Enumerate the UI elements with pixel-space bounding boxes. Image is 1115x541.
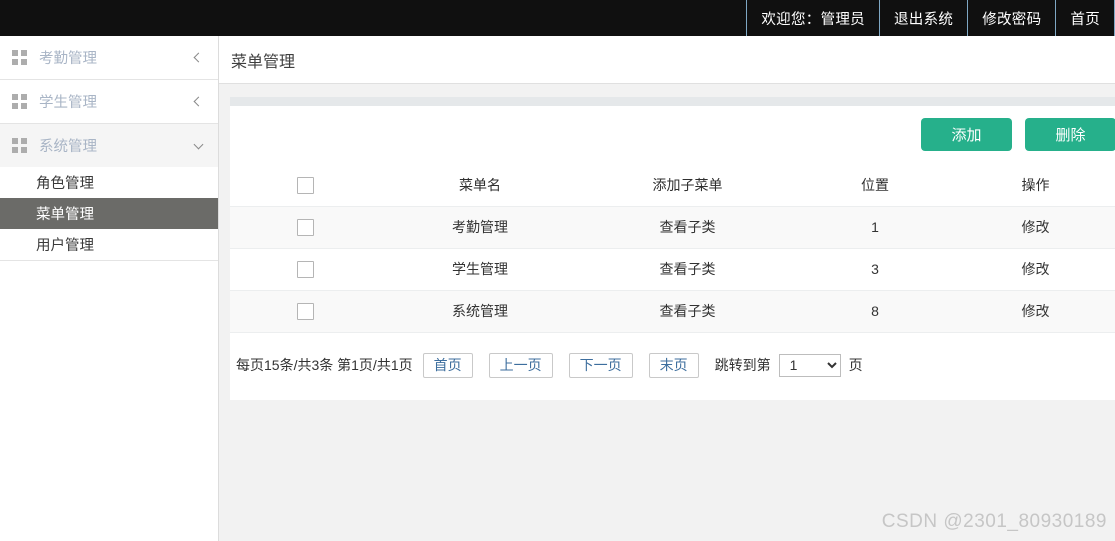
home-link[interactable]: 首页 (1055, 0, 1115, 36)
sidebar: 考勤管理 学生管理 系统管理 角色管理 菜单管理 用户管理 (0, 36, 219, 541)
top-navigation-bar: 欢迎您：管理员 退出系统 修改密码 首页 (0, 0, 1115, 36)
grid-icon (12, 138, 27, 153)
row-checkbox[interactable] (296, 260, 314, 278)
menu-table: 菜单名 添加子菜单 位置 操作 考勤管理 查看子类 1 修改 学生管理 查看子类… (230, 164, 1115, 333)
table-header-add-submenu: 添加子菜单 (580, 164, 795, 207)
content-padding: 添加 删除 菜单名 添加子菜单 位置 操作 考勤管理 查看子类 1 修改 学生管… (219, 84, 1115, 400)
logout-link[interactable]: 退出系统 (878, 0, 967, 36)
cell-position: 3 (871, 261, 879, 277)
jump-to-page-label: 跳转到第 (714, 357, 771, 373)
cell-menu-name: 考勤管理 (452, 219, 508, 235)
row-checkbox-cell (230, 248, 380, 290)
chevron-down-icon (194, 141, 204, 151)
delete-button[interactable]: 删除 (1025, 118, 1115, 151)
cell-menu-name: 学生管理 (452, 261, 508, 277)
page-title-bar: 菜单管理 (219, 36, 1115, 84)
sidebar-group-attendance: 考勤管理 (0, 36, 218, 80)
cell-add-submenu[interactable]: 查看子类 (580, 290, 795, 332)
table-row: 系统管理 查看子类 8 修改 (230, 290, 1115, 332)
content-card: 添加 删除 菜单名 添加子菜单 位置 操作 考勤管理 查看子类 1 修改 学生管… (230, 97, 1115, 400)
cell-operation-edit[interactable]: 修改 (955, 248, 1115, 290)
sidebar-group-system: 系统管理 角色管理 菜单管理 用户管理 (0, 124, 218, 261)
card-top-strip (230, 97, 1115, 106)
chevron-left-icon (194, 97, 204, 107)
sidebar-item-role-management[interactable]: 角色管理 (0, 167, 218, 198)
next-page-button[interactable]: 下一页 (568, 352, 633, 378)
sidebar-item-system[interactable]: 系统管理 (0, 124, 218, 167)
cell-operation-edit[interactable]: 修改 (955, 290, 1115, 332)
table-row: 考勤管理 查看子类 1 修改 (230, 206, 1115, 248)
pagination-bar: 每页15条/共3条 第1页/共1页 首页 上一页 下一页 末页 跳转到第 1 页 (230, 333, 1115, 400)
table-header-position: 位置 (795, 164, 955, 207)
row-checkbox[interactable] (296, 218, 314, 236)
cell-add-submenu[interactable]: 查看子类 (580, 206, 795, 248)
table-header-select-all (230, 164, 380, 207)
row-checkbox-cell (230, 290, 380, 332)
sidebar-item-user-management[interactable]: 用户管理 (0, 229, 218, 260)
first-page-button[interactable]: 首页 (422, 352, 473, 378)
sidebar-item-student[interactable]: 学生管理 (0, 80, 218, 123)
page-title: 菜单管理 (231, 53, 296, 71)
select-all-checkbox[interactable] (296, 176, 314, 194)
grid-icon (12, 50, 27, 65)
page-select[interactable]: 1 (778, 353, 841, 377)
cell-add-submenu[interactable]: 查看子类 (580, 248, 795, 290)
sidebar-submenu-system: 角色管理 菜单管理 用户管理 (0, 167, 218, 260)
main-content: 菜单管理 添加 删除 菜单名 添加子菜单 位置 操作 考勤管理 查看子类 1 修… (219, 36, 1115, 541)
sidebar-group-student: 学生管理 (0, 80, 218, 124)
pagination-info: 每页15条/共3条 第1页/共1页 (236, 357, 413, 373)
prev-page-button[interactable]: 上一页 (488, 352, 553, 378)
change-password-link[interactable]: 修改密码 (967, 0, 1055, 36)
sidebar-item-label: 考勤管理 (39, 51, 97, 67)
row-checkbox-cell (230, 206, 380, 248)
cell-position: 8 (871, 303, 879, 319)
chevron-left-icon (194, 53, 204, 63)
row-checkbox[interactable] (296, 302, 314, 320)
table-head: 菜单名 添加子菜单 位置 操作 (230, 164, 1115, 207)
cell-operation-edit[interactable]: 修改 (955, 206, 1115, 248)
action-button-row: 添加 删除 (230, 106, 1115, 164)
page-unit-label: 页 (848, 357, 863, 373)
grid-icon (12, 94, 27, 109)
cell-menu-name: 系统管理 (452, 303, 508, 319)
table-header-operation: 操作 (955, 164, 1115, 207)
welcome-admin-label: 欢迎您：管理员 (746, 0, 879, 36)
csdn-watermark: CSDN @2301_80930189 (881, 511, 1107, 532)
table-row: 学生管理 查看子类 3 修改 (230, 248, 1115, 290)
table-header-row: 菜单名 添加子菜单 位置 操作 (230, 164, 1115, 207)
add-button[interactable]: 添加 (921, 118, 1012, 151)
sidebar-item-menu-management[interactable]: 菜单管理 (0, 198, 218, 229)
cell-position: 1 (871, 219, 879, 235)
sidebar-item-attendance[interactable]: 考勤管理 (0, 36, 218, 79)
card-body: 添加 删除 菜单名 添加子菜单 位置 操作 考勤管理 查看子类 1 修改 学生管… (230, 106, 1115, 400)
sidebar-item-label: 系统管理 (39, 139, 97, 155)
sidebar-item-label: 学生管理 (39, 95, 97, 111)
last-page-button[interactable]: 末页 (648, 352, 699, 378)
table-body: 考勤管理 查看子类 1 修改 学生管理 查看子类 3 修改 系统管理 查看子类 … (230, 206, 1115, 332)
table-header-menu-name: 菜单名 (380, 164, 580, 207)
